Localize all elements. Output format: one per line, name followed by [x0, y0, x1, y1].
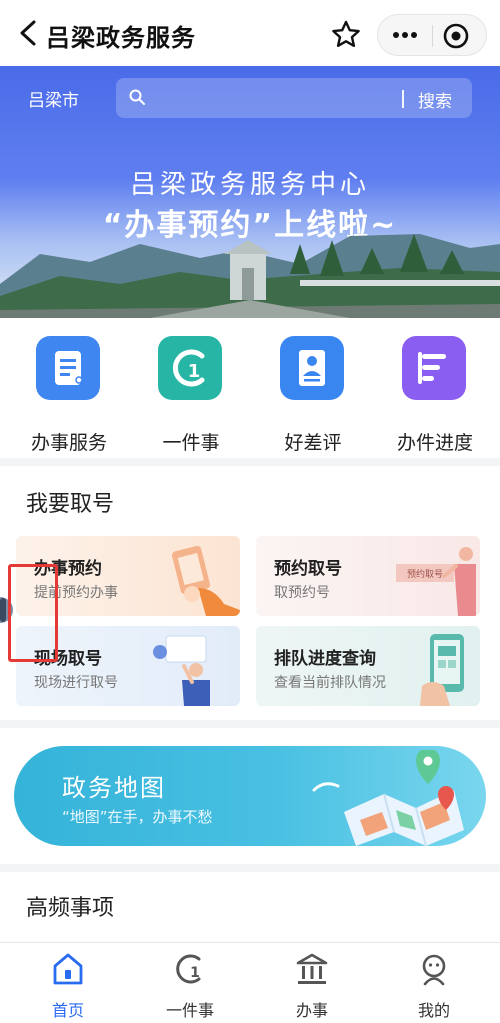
back-arrow-icon[interactable] [14, 18, 44, 48]
map-banner-title: 政务地图 [62, 774, 166, 802]
search-divider [402, 90, 404, 108]
search-button[interactable]: 搜索 [418, 87, 452, 112]
svg-text:1: 1 [190, 965, 200, 981]
hero-banner[interactable]: 吕梁市 搜索 吕梁政务服务中心 “办事预约”上线啦~ [0, 66, 500, 318]
quick-item-one-thing[interactable]: 1 一件事 [136, 336, 246, 454]
phone-hand-illustration [171, 545, 240, 616]
map-section: 政务地图 “地图”在手，办事不愁 [0, 728, 500, 864]
tab-services[interactable]: 办事 [262, 951, 362, 1021]
search-icon [129, 89, 145, 105]
page-title: 吕梁政务服务 [46, 24, 196, 52]
kiosk-person-illustration: 预约取号 [396, 547, 476, 616]
card-subtitle: 查看当前排队情况 [274, 675, 386, 691]
landscape-illustration [0, 234, 500, 318]
favorite-star-icon[interactable] [328, 17, 364, 53]
government-map-banner[interactable]: 政务地图 “地图”在手，办事不愁 [14, 746, 486, 846]
quick-item-label: 办件进度 [396, 432, 473, 454]
profile-card-icon [280, 336, 344, 400]
tab-home[interactable]: 首页 [18, 951, 118, 1021]
section-title: 高频事项 [26, 896, 115, 921]
person-board-illustration [153, 635, 210, 706]
kiosk-sign-text: 预约取号 [407, 568, 443, 580]
quick-item-progress[interactable]: 办件进度 [380, 336, 490, 454]
banner-heading: 吕梁政务服务中心 [129, 170, 370, 200]
quick-item-office-service[interactable]: 办事服务 [14, 336, 124, 454]
quick-item-label: 好差评 [284, 432, 342, 454]
search-input[interactable]: 搜索 [116, 78, 472, 118]
close-target-icon[interactable] [442, 22, 470, 50]
progress-list-icon [402, 336, 466, 400]
card-title: 排队进度查询 [274, 649, 376, 669]
card-subtitle: 取预约号 [274, 585, 330, 601]
mini-program-title-bar: 吕梁政务服务 [0, 0, 500, 66]
more-dots-icon[interactable] [390, 23, 420, 47]
quick-item-label: 办事服务 [30, 432, 107, 454]
card-subtitle: 现场进行取号 [34, 675, 118, 691]
government-building-icon [296, 953, 328, 984]
quick-service-row: 办事服务 1 一件事 好差评 办件进度 [0, 318, 500, 458]
number-one-icon: 1 [158, 336, 222, 400]
svg-text:1: 1 [188, 361, 201, 382]
quick-item-label: 一件事 [162, 432, 220, 454]
highlight-box [8, 564, 58, 662]
tab-label: 办事 [295, 1001, 328, 1020]
capsule-divider [432, 25, 433, 47]
document-icon [36, 336, 100, 400]
bottom-tab-bar: 首页 1 一件事 办事 我的 [0, 942, 500, 1023]
user-icon [422, 954, 446, 986]
section-title: 我要取号 [26, 492, 115, 517]
card-take-appointment-number[interactable]: 预约取号 取预约号 预约取号 [256, 536, 480, 616]
capsule-menu [377, 14, 487, 56]
number-one-icon: 1 [176, 954, 201, 984]
map-banner-subtitle: “地图”在手，办事不愁 [62, 808, 213, 826]
tab-label: 首页 [51, 1001, 84, 1020]
home-icon [53, 953, 83, 985]
card-title: 预约取号 [274, 559, 342, 579]
phone-queue-illustration [420, 634, 464, 706]
quick-item-rating[interactable]: 好差评 [258, 336, 368, 454]
tab-mine[interactable]: 我的 [384, 951, 484, 1021]
folded-map-icon [312, 750, 464, 846]
take-number-section: 我要取号 办事预约 提前预约办事 预约取号 取预约号 预约取号 现场取号 现场进… [0, 466, 500, 720]
card-queue-progress[interactable]: 排队进度查询 查看当前排队情况 [256, 626, 480, 706]
high-frequency-section: 高频事项 [0, 872, 500, 942]
tab-label: 一件事 [165, 1001, 214, 1020]
tab-label: 我的 [417, 1001, 450, 1020]
city-selector[interactable]: 吕梁市 [28, 86, 79, 111]
tab-one-thing[interactable]: 1 一件事 [140, 951, 240, 1021]
